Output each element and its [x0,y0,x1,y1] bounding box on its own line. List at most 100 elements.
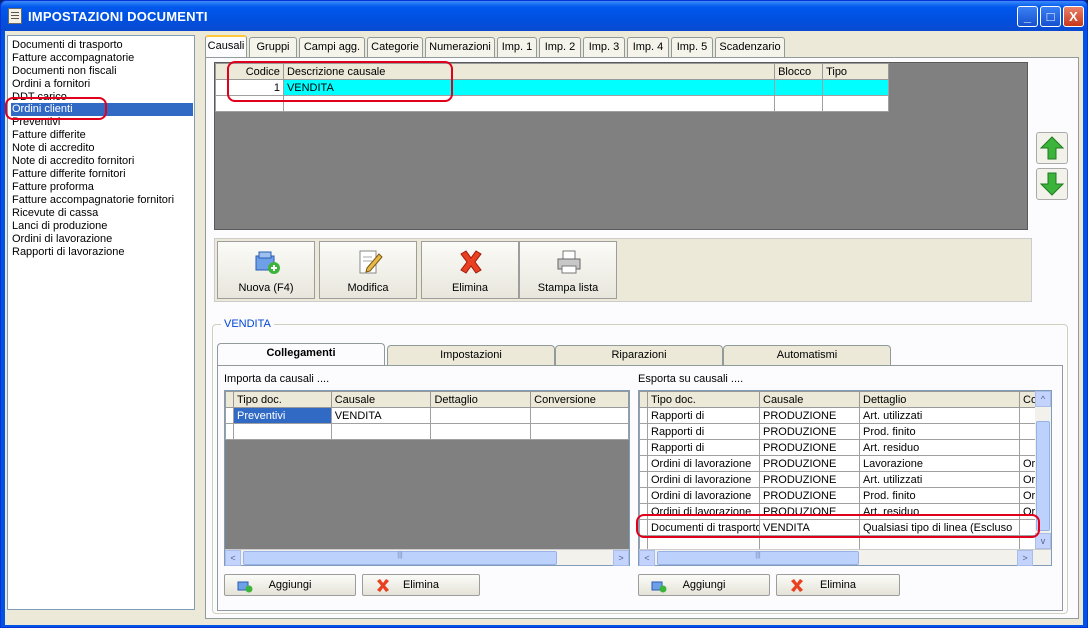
scroll-thumb[interactable]: ||| [657,551,859,565]
table-cell[interactable] [1019,519,1036,536]
table-cell[interactable]: Rapporti di [647,439,760,456]
table-row[interactable] [215,95,889,112]
list-item[interactable]: Documenti non fiscali [11,65,193,78]
scroll-down-button[interactable]: v [1035,533,1051,549]
table-cell[interactable]: Art. utilizzati [859,407,1020,424]
tab-imp-1[interactable]: Imp. 1 [497,37,537,57]
list-item-selected[interactable]: Ordini clienti [11,103,193,116]
table-cell[interactable]: Ordini di lavorazione [647,503,760,520]
tab-numerazioni[interactable]: Numerazioni [425,37,495,57]
table-cell[interactable]: PRODUZIONE [759,407,860,424]
column-header[interactable]: Dettaglio [430,391,532,408]
subtab-riparazioni[interactable]: Riparazioni [555,345,723,365]
tab-gruppi[interactable]: Gruppi [249,37,297,57]
title-bar[interactable]: IMPOSTAZIONI DOCUMENTI _ □ X [1,1,1087,31]
print-list-button[interactable]: Stampa lista [519,241,617,299]
subtab-collegamenti[interactable]: Collegamenti [217,343,385,366]
column-header[interactable]: Causale [759,391,860,408]
table-row[interactable]: Documenti di trasporto VENDITA Qualsiasi t… [639,519,1036,536]
table-row[interactable]: Ordini di lavorazione PRODUZIONE Art. util… [639,471,1036,488]
move-down-button[interactable] [1036,168,1068,200]
table-cell[interactable] [430,407,532,424]
list-item[interactable]: Ricevute di cassa [11,207,193,220]
tab-causali[interactable]: Causali [205,35,247,57]
tab-campi-agg[interactable]: Campi agg. [299,37,365,57]
tab-imp-3[interactable]: Imp. 3 [583,37,625,57]
column-header[interactable]: Causale [330,391,432,408]
table-row[interactable]: Ordini di lavorazione PRODUZIONE Prod. fin… [639,487,1036,504]
table-cell[interactable]: Or [1019,487,1036,504]
table-row[interactable] [225,423,629,440]
horizontal-scrollbar[interactable]: < ||| > [639,549,1051,566]
scroll-left-button[interactable]: < [225,550,241,566]
tab-imp-5[interactable]: Imp. 5 [671,37,713,57]
table-cell[interactable]: Art. residuo [859,503,1020,520]
export-grid[interactable]: Tipo doc. Causale Dettaglio Co Rapporti … [638,390,1052,566]
column-header[interactable]: Blocco [774,63,824,80]
table-cell[interactable] [1019,439,1036,456]
column-header[interactable]: Dettaglio [859,391,1020,408]
export-add-button[interactable]: Aggiungi [638,574,770,596]
import-add-button[interactable]: Aggiungi [224,574,356,596]
table-cell[interactable]: PRODUZIONE [759,423,860,440]
table-cell[interactable]: Or [1019,503,1036,520]
table-row[interactable]: Ordini di lavorazione PRODUZIONE Lavorazio… [639,455,1036,472]
list-item[interactable]: Fatture differite fornitori [11,168,193,181]
maximize-button[interactable]: □ [1040,6,1061,27]
table-cell[interactable]: Documenti di trasporto [647,519,760,536]
tab-imp-4[interactable]: Imp. 4 [627,37,669,57]
list-item[interactable]: Fatture proforma [11,181,193,194]
move-up-button[interactable] [1036,132,1068,164]
table-row[interactable]: Rapporti di PRODUZIONE Art. residuo [639,439,1036,456]
list-item[interactable]: Lanci di produzione [11,220,193,233]
scroll-right-button[interactable]: > [613,550,629,566]
table-cell[interactable]: PRODUZIONE [759,471,860,488]
table-cell[interactable]: Preventivi [232,407,332,424]
tab-categorie[interactable]: Categorie [367,37,423,57]
list-item[interactable]: Documenti di trasporto [11,39,193,52]
close-button[interactable]: X [1063,6,1084,27]
table-cell[interactable] [774,79,824,96]
list-item[interactable]: Rapporti di lavorazione [11,246,193,259]
table-cell[interactable]: Lavorazione [859,455,1020,472]
table-cell[interactable]: Or [1019,455,1036,472]
column-header[interactable]: Tipo doc. [647,391,760,408]
table-cell[interactable]: VENDITA [759,519,860,536]
table-row[interactable]: 1 VENDITA [215,79,889,96]
table-cell[interactable] [1019,407,1036,424]
table-cell[interactable]: 1 [215,79,284,96]
table-cell[interactable]: Art. utilizzati [859,471,1020,488]
scroll-thumb[interactable] [1036,421,1050,531]
column-header[interactable]: Descrizione causale [282,63,776,80]
column-header[interactable]: Conversione [530,391,629,408]
new-button[interactable]: Nuova (F4) [217,241,315,299]
table-cell[interactable]: PRODUZIONE [759,455,860,472]
table-cell[interactable]: Ordini di lavorazione [647,455,760,472]
horizontal-scrollbar[interactable]: < ||| > [225,549,629,566]
import-delete-button[interactable]: Elimina [362,574,480,596]
scroll-up-button[interactable]: ^ [1035,391,1051,407]
list-item[interactable]: Ordini di lavorazione [11,233,193,246]
table-cell[interactable]: Art. residuo [859,439,1020,456]
vertical-scrollbar[interactable]: ^ v [1035,391,1051,549]
scroll-right-button[interactable]: > [1017,550,1033,566]
column-header[interactable]: Co [1019,391,1036,408]
scroll-thumb[interactable]: ||| [243,551,557,565]
column-header[interactable]: Tipo doc. [232,391,332,408]
table-cell[interactable] [530,407,629,424]
tab-imp-2[interactable]: Imp. 2 [539,37,581,57]
delete-button[interactable]: Elimina [421,241,519,299]
table-row[interactable]: Ordini di lavorazione PRODUZIONE Art. resi… [639,503,1036,520]
list-item[interactable]: Preventivi [11,116,193,129]
table-cell[interactable]: Ordini di lavorazione [647,471,760,488]
table-cell[interactable]: Or [1019,471,1036,488]
table-cell[interactable]: PRODUZIONE [759,439,860,456]
table-cell[interactable]: PRODUZIONE [759,503,860,520]
minimize-button[interactable]: _ [1017,6,1038,27]
tab-scadenzario[interactable]: Scadenzario [715,37,785,57]
subtab-impostazioni[interactable]: Impostazioni [387,345,555,365]
list-item[interactable]: Ordini a fornitori [11,78,193,91]
table-cell[interactable]: Ordini di lavorazione [647,487,760,504]
import-grid[interactable]: Tipo doc. Causale Dettaglio Conversione … [224,390,630,566]
table-cell[interactable]: Prod. finito [859,423,1020,440]
